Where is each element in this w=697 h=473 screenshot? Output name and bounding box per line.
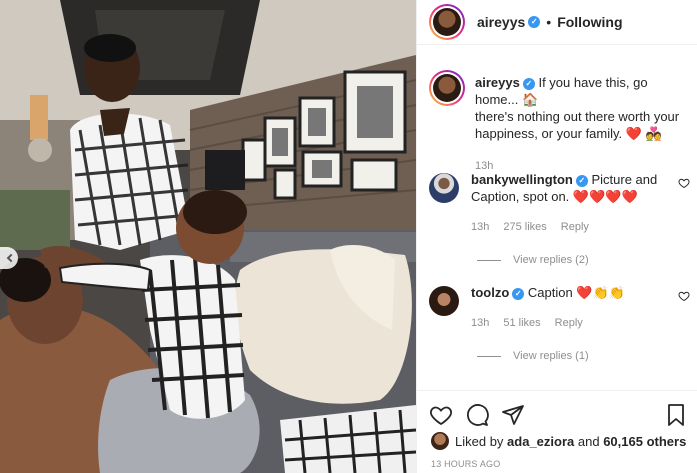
caption-text-block: aireyys ✓ If you have this, go home... 🏠 … (475, 74, 690, 172)
view-replies-button[interactable]: View replies (1) (477, 350, 697, 362)
post-timestamp[interactable]: 13 HOURS AGO (417, 459, 697, 469)
paper-plane-icon[interactable] (501, 403, 525, 427)
comment-item: bankywellington ✓ Picture and Caption, sp… (417, 171, 697, 236)
comments-list: aireyys ✓ If you have this, go home... 🏠 … (417, 56, 697, 362)
header-separator: • (546, 14, 552, 30)
bookmark-icon[interactable] (664, 403, 688, 427)
comment-emoji: ❤️❤️❤️❤️ (572, 189, 638, 204)
liked-by-row: Liked by ada_eziora and 60,165 others (417, 431, 697, 451)
comment-item: toolzo ✓ Caption ❤️👏👏 13h 51 likes Reply (417, 284, 697, 332)
post-photo[interactable] (0, 0, 416, 473)
view-replies-button[interactable]: View replies (2) (477, 254, 697, 266)
action-bar (417, 391, 697, 431)
author-avatar[interactable] (429, 4, 465, 40)
replies-line (477, 355, 501, 357)
comment-body: bankywellington ✓ Picture and Caption, sp… (471, 171, 671, 236)
instagram-post: aireyys ✓ • Following aireyys ✓ If you ha… (0, 0, 697, 473)
post-side-panel: aireyys ✓ • Following aireyys ✓ If you ha… (416, 0, 697, 473)
couple-emoji-icon: 💑 (645, 126, 662, 141)
caption-author-avatar[interactable] (429, 70, 465, 106)
heart-outline-icon[interactable] (678, 290, 690, 302)
verified-badge-icon: ✓ (575, 175, 588, 187)
verified-badge-icon: ✓ (512, 288, 525, 300)
heart-emoji-icon: ❤️ (625, 126, 642, 141)
comment-username[interactable]: bankywellington (471, 172, 573, 187)
comment-reply-button[interactable]: Reply (555, 315, 583, 332)
heart-outline-icon[interactable] (678, 177, 690, 189)
comment-username[interactable]: toolzo (471, 285, 509, 300)
comment-emoji: ❤️👏👏 (576, 285, 625, 300)
commenter-avatar[interactable] (429, 173, 459, 203)
view-replies-label[interactable]: View replies (1) (513, 350, 589, 362)
comment-time[interactable]: 13h (471, 315, 489, 332)
post-caption: aireyys ✓ If you have this, go home... 🏠 … (417, 56, 697, 172)
view-replies-label[interactable]: View replies (2) (513, 254, 589, 266)
heart-outline-icon[interactable] (429, 403, 453, 427)
liker-avatar[interactable] (431, 432, 449, 450)
verified-badge-icon: ✓ (528, 16, 541, 28)
comment-meta: 13h 275 likes Reply (471, 219, 671, 236)
family-photo-illustration (0, 0, 416, 473)
comment-reply-button[interactable]: Reply (561, 219, 589, 236)
liked-by-and: and (577, 433, 600, 449)
following-button[interactable]: Following (557, 14, 622, 30)
verified-badge-icon: ✓ (522, 78, 535, 90)
liked-by-prefix: Liked by (455, 433, 504, 449)
post-header: aireyys ✓ • Following (417, 0, 697, 45)
caption-username[interactable]: aireyys (475, 75, 520, 90)
post-footer: Liked by ada_eziora and 60,165 others 13… (417, 390, 697, 473)
comment-meta: 13h 51 likes Reply (471, 315, 671, 332)
liked-by-user[interactable]: ada_eziora (507, 434, 574, 449)
comment-likes[interactable]: 275 likes (503, 219, 546, 236)
comment-likes[interactable]: 51 likes (503, 315, 540, 332)
comment-body: toolzo ✓ Caption ❤️👏👏 13h 51 likes Reply (471, 284, 671, 332)
comment-text: Caption (527, 285, 573, 300)
author-username[interactable]: aireyys (477, 14, 525, 30)
replies-line (477, 259, 501, 261)
comment-bubble-icon[interactable] (465, 403, 489, 427)
house-emoji-icon: 🏠 (521, 92, 539, 107)
comment-time[interactable]: 13h (471, 219, 489, 236)
commenter-avatar[interactable] (429, 286, 459, 316)
liked-by-count[interactable]: 60,165 others (603, 434, 686, 449)
